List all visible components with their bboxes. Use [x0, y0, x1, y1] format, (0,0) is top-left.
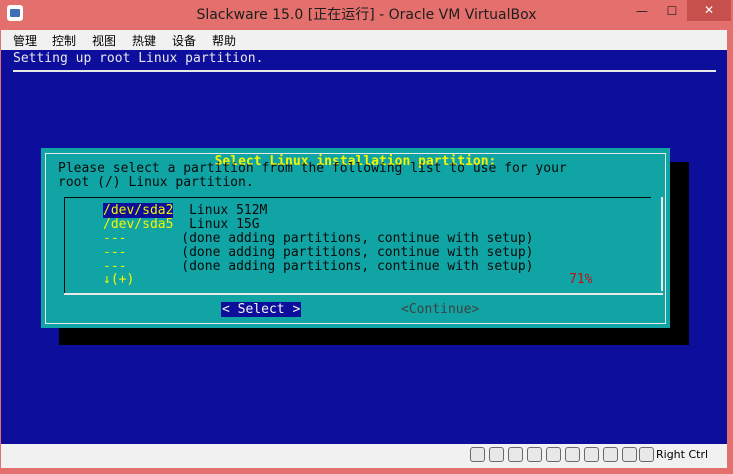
scroll-percent: 71%: [569, 272, 593, 287]
audio-icon[interactable]: [508, 447, 523, 462]
list-item-desc: (done adding partitions, continue with s…: [181, 231, 534, 246]
list-item[interactable]: --- (done adding partitions, continue wi…: [103, 260, 533, 274]
list-item-device: ---: [103, 231, 127, 246]
menu-bar: 管理 控制 视图 热键 设备 帮助: [1, 30, 727, 50]
hard-disk-icon[interactable]: [470, 447, 485, 462]
continue-button[interactable]: <Continue>: [401, 302, 479, 317]
scroll-indicator: ↓(+): [103, 272, 135, 287]
network-icon[interactable]: [527, 447, 542, 462]
menu-hotkeys[interactable]: 热键: [132, 32, 156, 49]
list-item-desc: (done adding partitions, continue with s…: [181, 245, 534, 260]
video-capture-icon[interactable]: [603, 447, 618, 462]
mouse-integration-icon[interactable]: [639, 447, 654, 462]
minimize-button[interactable]: —: [629, 1, 655, 21]
list-item-desc: Linux 15G: [189, 217, 260, 232]
dialog-prompt: Please select a partition from the follo…: [58, 162, 567, 190]
partition-dialog: Select Linux installation partition: Ple…: [41, 148, 670, 328]
vm-statusbar: Right Ctrl: [1, 444, 727, 468]
window-bottom-edge: [0, 468, 733, 474]
window-title: Slackware 15.0 [正在运行] - Oracle VM Virtua…: [196, 7, 537, 23]
select-button[interactable]: < Select >: [221, 302, 302, 317]
list-item-desc: Linux 512M: [189, 203, 268, 218]
prompt-line-1: Please select a partition from the follo…: [58, 161, 567, 176]
list-item-device: /dev/sda5: [103, 217, 174, 232]
setup-header: Setting up root Linux partition.: [13, 51, 264, 66]
virtualization-icon[interactable]: [622, 447, 637, 462]
list-item-device: ---: [103, 245, 127, 260]
optical-drive-icon[interactable]: [489, 447, 504, 462]
menu-control[interactable]: 控制: [52, 32, 76, 49]
vm-screen[interactable]: Setting up root Linux partition. Select …: [1, 50, 727, 444]
display-icon[interactable]: [584, 447, 599, 462]
menu-devices[interactable]: 设备: [172, 32, 196, 49]
close-button[interactable]: ✕: [687, 0, 731, 21]
menu-manage[interactable]: 管理: [13, 32, 37, 49]
list-item[interactable]: --- (done adding partitions, continue wi…: [103, 232, 533, 246]
list-item[interactable]: /dev/sda5 Linux 15G: [103, 218, 260, 232]
list-item[interactable]: /dev/sda2 Linux 512M: [103, 203, 268, 218]
host-key-label: Right Ctrl: [656, 448, 709, 461]
prompt-line-2: root (/) Linux partition.: [58, 175, 254, 190]
list-border-right: [661, 197, 663, 291]
shared-folder-icon[interactable]: [565, 447, 580, 462]
list-item-desc: (done adding partitions, continue with s…: [181, 259, 534, 274]
list-item-device: /dev/sda2: [103, 203, 174, 218]
header-divider: [13, 70, 716, 72]
usb-icon[interactable]: [546, 447, 561, 462]
window-titlebar[interactable]: Slackware 15.0 [正在运行] - Oracle VM Virtua…: [0, 0, 733, 30]
maximize-button[interactable]: ☐: [659, 1, 685, 21]
menu-view[interactable]: 视图: [92, 32, 116, 49]
list-item[interactable]: --- (done adding partitions, continue wi…: [103, 246, 533, 260]
menu-help[interactable]: 帮助: [212, 32, 236, 49]
list-border-bottom: [64, 293, 663, 295]
